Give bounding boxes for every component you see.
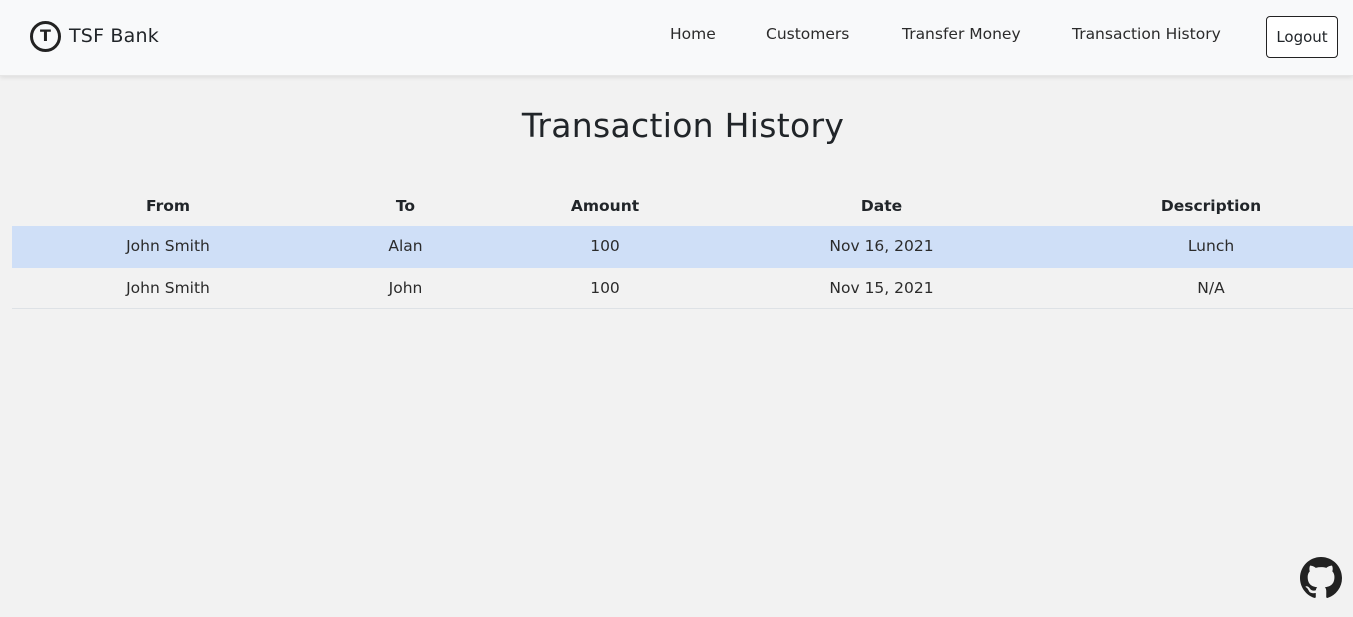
column-header-description: Description [1160,196,1262,215]
column-header-date: Date [860,196,903,215]
column-header-to: To [395,196,416,215]
cell-amount: 100 [487,267,723,309]
table-row: John Smith John 100 Nov 15, 2021 N/A [12,267,1353,309]
page-title: Transaction History [521,106,845,145]
cell-description: Lunch [1040,226,1353,268]
cell-date: Nov 15, 2021 [723,267,1040,309]
navbar: T TSF Bank Home Customers Transfer Money… [0,0,1353,76]
cell-from: John Smith [12,226,324,268]
nav-link-customers[interactable]: Customers [766,25,849,43]
nav-link-transfer-money[interactable]: Transfer Money [902,25,1021,43]
github-icon[interactable] [1300,557,1342,599]
cell-to: Alan [324,226,487,268]
cell-to: John [324,267,487,309]
brand-link[interactable]: T TSF Bank [30,20,159,52]
column-header-from: From [145,196,191,215]
brand-logo-icon: T [30,20,61,52]
brand-name: TSF Bank [69,25,159,47]
cell-amount: 100 [487,226,723,268]
transaction-table: From To Amount Date Description John Smi… [12,185,1353,309]
cell-description: N/A [1040,267,1353,309]
nav-link-transaction-history[interactable]: Transaction History [1072,25,1221,43]
nav-link-home[interactable]: Home [670,25,716,43]
column-header-amount: Amount [570,196,640,215]
cell-from: John Smith [12,267,324,309]
logout-button[interactable]: Logout [1266,16,1338,58]
table-row: John Smith Alan 100 Nov 16, 2021 Lunch [12,226,1353,268]
cell-date: Nov 16, 2021 [723,226,1040,268]
table-header-row: From To Amount Date Description [12,185,1353,226]
